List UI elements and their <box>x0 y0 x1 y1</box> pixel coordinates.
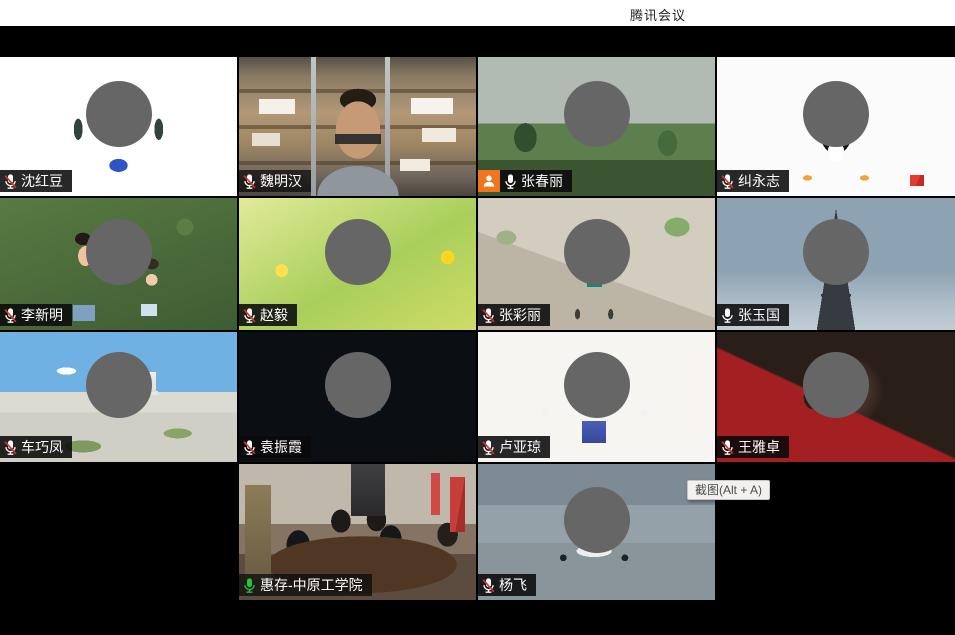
participant-avatar <box>325 219 391 285</box>
participant-avatar <box>564 219 630 285</box>
participant-avatar <box>86 81 152 147</box>
participant-name-label: 车巧凤 <box>0 436 72 458</box>
participant-name: 王雅卓 <box>738 436 780 458</box>
window-titlebar: 腾讯会议 <box>0 0 955 26</box>
participant-label-row: 赵毅 <box>239 304 297 326</box>
mic-on-icon <box>720 307 735 324</box>
participant-tile[interactable]: 车巧凤 <box>0 332 237 462</box>
participant-tile[interactable]: 杨飞 <box>478 464 715 600</box>
participant-name: 沈红豆 <box>21 170 63 192</box>
participant-name-label: 惠存-中原工学院 <box>239 574 372 596</box>
mic-muted-icon <box>242 173 257 190</box>
participant-tile[interactable]: 卢亚琼 <box>478 332 715 462</box>
participant-name-label: 赵毅 <box>239 304 297 326</box>
screenshot-tooltip: 截图(Alt + A) <box>687 480 770 500</box>
participant-label-row: 李新明 <box>0 304 72 326</box>
window-title: 腾讯会议 <box>630 5 686 24</box>
participant-label-row: 车巧凤 <box>0 436 72 458</box>
participant-tile[interactable]: 沈红豆 <box>0 57 237 196</box>
participant-name-label: 魏明汉 <box>239 170 311 192</box>
participant-label-row: 王雅卓 <box>717 436 789 458</box>
participant-tile[interactable]: 王雅卓 <box>717 332 955 462</box>
participant-avatar <box>564 487 630 553</box>
mic-muted-icon <box>3 307 18 324</box>
member-badge-icon <box>478 170 500 192</box>
participant-avatar <box>325 352 391 418</box>
participant-label-row: 惠存-中原工学院 <box>239 574 372 596</box>
participant-name: 张玉国 <box>738 304 780 326</box>
participant-tile[interactable]: 赵毅 <box>239 198 476 330</box>
participant-label-row: 纠永志 <box>717 170 789 192</box>
participant-name: 张春丽 <box>521 170 563 192</box>
participant-name-label: 沈红豆 <box>0 170 72 192</box>
participant-name-label: 纠永志 <box>717 170 789 192</box>
participant-name: 杨飞 <box>499 574 527 596</box>
mic-muted-icon <box>242 307 257 324</box>
mic-on-icon <box>503 173 518 190</box>
participant-name: 卢亚琼 <box>499 436 541 458</box>
participant-tile[interactable]: 张彩丽 <box>478 198 715 330</box>
participant-name-label: 张彩丽 <box>478 304 550 326</box>
participant-tile[interactable]: 张玉国 <box>717 198 955 330</box>
participant-avatar <box>86 219 152 285</box>
participant-name: 魏明汉 <box>260 170 302 192</box>
participant-name: 赵毅 <box>260 304 288 326</box>
mic-muted-icon <box>720 173 735 190</box>
participant-tile[interactable]: 惠存-中原工学院 <box>239 464 476 600</box>
mic-muted-icon <box>481 307 496 324</box>
participant-name-label: 袁振霞 <box>239 436 311 458</box>
participant-label-row: 袁振霞 <box>239 436 311 458</box>
participant-label-row: 张春丽 <box>478 170 572 192</box>
participant-avatar <box>803 219 869 285</box>
participant-tile[interactable]: 李新明 <box>0 198 237 330</box>
mic-muted-icon <box>3 439 18 456</box>
mic-speaking-icon <box>242 577 257 594</box>
video-person-silhouette <box>298 78 418 196</box>
participant-name-label: 李新明 <box>0 304 72 326</box>
participant-name-label: 卢亚琼 <box>478 436 550 458</box>
participant-name-label: 张玉国 <box>717 304 789 326</box>
meeting-window: 腾讯会议 <box>0 0 955 635</box>
participant-name-label: 张春丽 <box>500 170 572 192</box>
participant-avatar <box>86 352 152 418</box>
participant-name: 张彩丽 <box>499 304 541 326</box>
participant-tile[interactable]: 魏明汉 <box>239 57 476 196</box>
participant-name: 纠永志 <box>738 170 780 192</box>
participant-name-label: 杨飞 <box>478 574 536 596</box>
mic-muted-icon <box>720 439 735 456</box>
participant-label-row: 卢亚琼 <box>478 436 550 458</box>
participant-label-row: 沈红豆 <box>0 170 72 192</box>
participant-label-row: 魏明汉 <box>239 170 311 192</box>
participant-tile[interactable]: 纠永志 <box>717 57 955 196</box>
participant-name: 袁振霞 <box>260 436 302 458</box>
participant-name: 李新明 <box>21 304 63 326</box>
screenshot-tooltip-text: 截图(Alt + A) <box>695 483 762 497</box>
participant-name: 惠存-中原工学院 <box>260 574 363 596</box>
mic-muted-icon <box>481 577 496 594</box>
participant-avatar <box>564 81 630 147</box>
participant-label-row: 杨飞 <box>478 574 536 596</box>
video-grid: 沈红豆 <box>0 57 955 600</box>
participant-label-row: 张彩丽 <box>478 304 550 326</box>
mic-muted-icon <box>242 439 257 456</box>
mic-muted-icon <box>3 173 18 190</box>
participant-name-label: 王雅卓 <box>717 436 789 458</box>
participant-avatar <box>803 352 869 418</box>
participant-tile[interactable]: 张春丽 <box>478 57 715 196</box>
participant-name: 车巧凤 <box>21 436 63 458</box>
participant-label-row: 张玉国 <box>717 304 789 326</box>
participant-avatar <box>564 352 630 418</box>
participant-tile[interactable]: 袁振霞 <box>239 332 476 462</box>
participant-avatar <box>803 81 869 147</box>
mic-muted-icon <box>481 439 496 456</box>
